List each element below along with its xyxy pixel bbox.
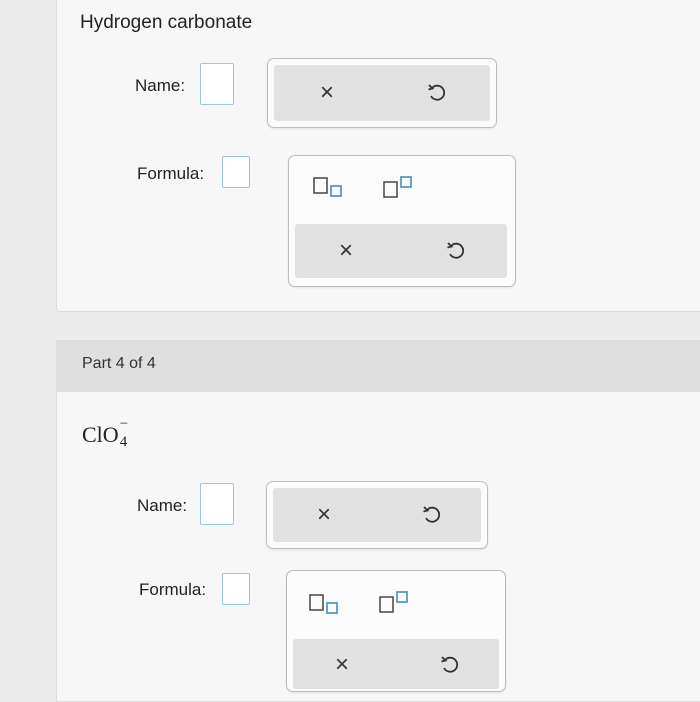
- undo-icon: [428, 84, 446, 101]
- part4-formula-action-bar: ×: [293, 639, 499, 689]
- undo-icon: [441, 656, 459, 673]
- superscript-template-icon: [379, 591, 408, 613]
- part4-superscript-button[interactable]: [379, 591, 413, 613]
- part3-name-input[interactable]: [200, 63, 234, 105]
- part3-name-clear-button[interactable]: ×: [320, 81, 334, 105]
- subscript-template-icon: [309, 594, 338, 614]
- part3-formula-label: Formula:: [137, 164, 205, 183]
- part4-header-label: Part 4 of 4: [82, 355, 156, 372]
- ion-charge: −: [119, 416, 129, 432]
- part4-name-clear-button[interactable]: ×: [317, 503, 331, 527]
- part3-formula-toolbar: ×: [288, 155, 516, 287]
- part4-formula-input[interactable]: [222, 573, 250, 605]
- part3-formula-action-bar: ×: [295, 224, 507, 278]
- clear-x-icon: ×: [320, 79, 335, 106]
- part3-formula-input[interactable]: [222, 156, 250, 188]
- part3-formula-undo-button[interactable]: [445, 240, 467, 262]
- part4-formula-clear-button[interactable]: ×: [335, 653, 349, 677]
- superscript-template-icon: [383, 176, 412, 198]
- part3-formula-clear-button[interactable]: ×: [339, 239, 353, 263]
- part4-formula-toolbar: ×: [286, 570, 506, 692]
- part3-subscript-button[interactable]: [313, 176, 347, 198]
- part4-name-toolbar: ×: [266, 481, 488, 549]
- part4-name-undo-button[interactable]: [421, 504, 443, 526]
- part3-name-toolbar: ×: [267, 58, 497, 128]
- part3-name-action-bar: ×: [274, 65, 490, 121]
- part4-formula-label: Formula:: [139, 580, 207, 599]
- part3-superscript-button[interactable]: [383, 176, 417, 198]
- clear-x-icon: ×: [335, 651, 350, 678]
- clear-x-icon: ×: [339, 237, 354, 264]
- clear-x-icon: ×: [317, 501, 332, 528]
- ion-subscript: 4: [119, 434, 128, 450]
- part4-name-label: Name:: [137, 496, 188, 515]
- part4-name-action-bar: ×: [273, 488, 481, 542]
- undo-icon: [447, 242, 465, 259]
- part4-formula-undo-button[interactable]: [439, 654, 461, 676]
- part3-heading: Hydrogen carbonate: [80, 12, 253, 33]
- part3-name-undo-button[interactable]: [426, 82, 448, 104]
- part4-name-input[interactable]: [200, 483, 234, 525]
- subscript-template-icon: [313, 177, 342, 197]
- ion-symbol: ClO: [82, 422, 119, 447]
- undo-icon: [423, 506, 441, 523]
- part3-name-label: Name:: [135, 76, 186, 95]
- part4-subscript-button[interactable]: [309, 593, 343, 615]
- part4-ion-formula: ClO − 4: [82, 416, 131, 450]
